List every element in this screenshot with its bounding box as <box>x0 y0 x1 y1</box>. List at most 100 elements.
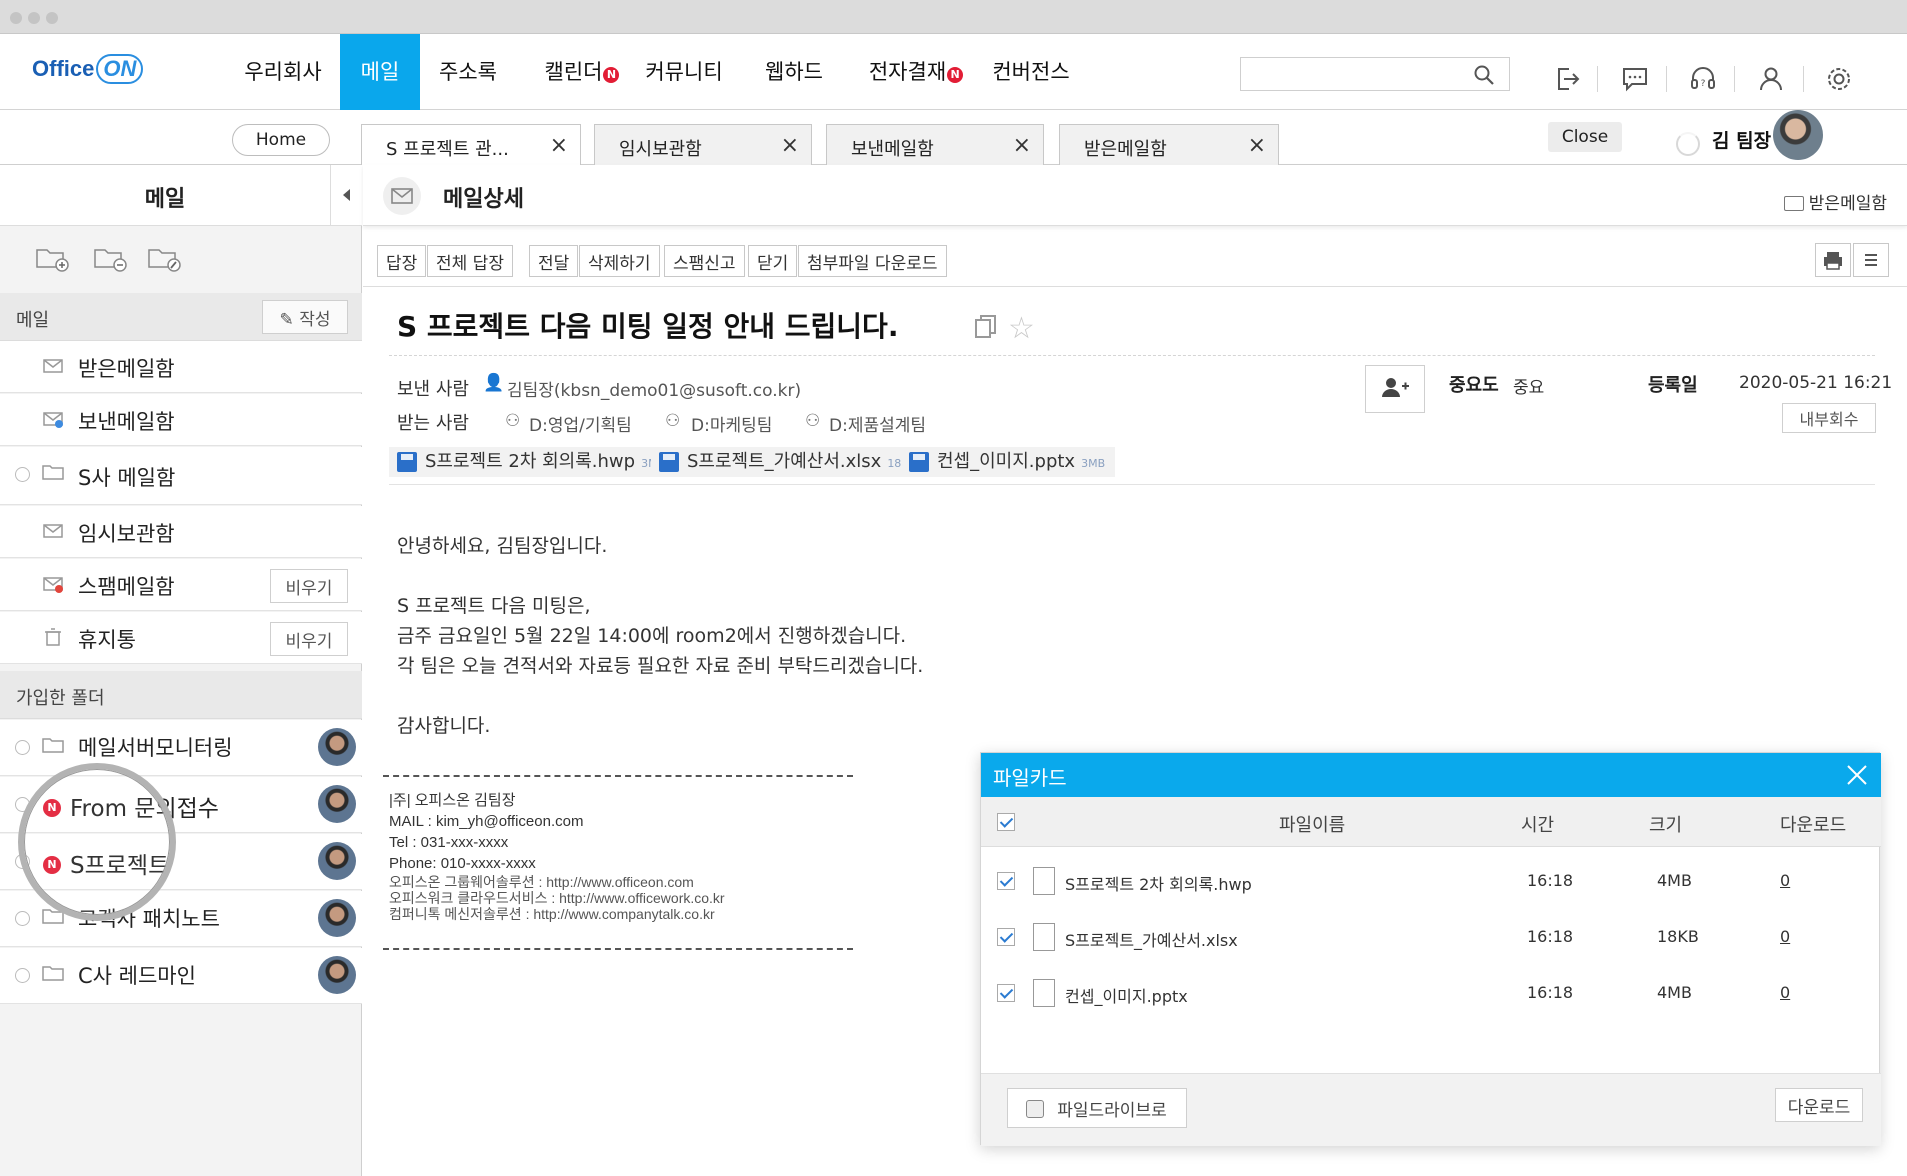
sidebar-item-drafts[interactable]: 임시보관함 <box>0 506 362 558</box>
search-input[interactable] <box>1241 58 1461 90</box>
save-to-drive-button[interactable]: 파일드라이브로 <box>1007 1088 1187 1128</box>
signature-divider <box>383 948 853 950</box>
tab-sent[interactable]: 보낸메일함 × <box>826 124 1044 166</box>
file-card-popup: 파일카드 파일이름 시간 크기 다운로드 S프로젝트 2차 회의록.hwp 16… <box>980 752 1881 1146</box>
print-icon[interactable] <box>1815 243 1851 277</box>
compose-button[interactable]: ✎ 작성 <box>262 300 348 334</box>
officeon-logo[interactable]: Office ON <box>32 54 144 84</box>
add-contact-button[interactable] <box>1365 365 1425 413</box>
support-icon[interactable]: ? <box>1688 64 1718 94</box>
internal-recall-button[interactable]: 내부회수 <box>1782 403 1876 433</box>
download-count[interactable]: 0 <box>1780 983 1790 1002</box>
nav-label: 메일 <box>360 60 400 84</box>
search-icon[interactable] <box>1473 64 1495 86</box>
menu-icon[interactable] <box>1853 243 1889 277</box>
avatar[interactable] <box>1773 110 1823 160</box>
recipient-dept[interactable]: D:제품설계팀 <box>829 411 926 436</box>
current-mailbox[interactable]: 받은메일함 <box>1783 189 1887 214</box>
file-checkbox[interactable] <box>997 872 1015 890</box>
sidebar-collapse-button[interactable] <box>330 165 362 226</box>
recipient-dept[interactable]: D:영업/기획팀 <box>529 411 632 436</box>
empty-spam-button[interactable]: 비우기 <box>270 569 348 603</box>
sender-address[interactable]: 김팀장(kbsn_demo01@susoft.co.kr) <box>507 376 801 401</box>
chat-icon[interactable] <box>1620 64 1650 94</box>
tab-drafts[interactable]: 임시보관함 × <box>594 124 812 166</box>
tab-mail-detail[interactable]: S 프로젝트 관... × <box>361 124 581 167</box>
tab-label: 받은메일함 <box>1084 139 1167 160</box>
close-all-button[interactable]: Close <box>1548 122 1622 152</box>
download-count[interactable]: 0 <box>1780 871 1790 890</box>
forward-button[interactable]: 전달 <box>529 245 579 277</box>
select-all-checkbox[interactable] <box>997 813 1015 831</box>
signature-tel: Tel : 031-xxx-xxxx <box>389 834 509 851</box>
folder-radio[interactable] <box>15 467 30 482</box>
sidebar-item-trash[interactable]: 휴지통 비우기 <box>0 612 362 664</box>
download-attachments-button[interactable]: 첨부파일 다운로드 <box>798 245 947 277</box>
sidebar-item-sent[interactable]: 보낸메일함 <box>0 394 362 446</box>
close-button[interactable]: 닫기 <box>748 245 798 277</box>
nav-company[interactable]: 우리회사N <box>233 34 333 159</box>
attachment-name: S프로젝트 2차 회의록.hwp <box>425 451 636 472</box>
nav-label: 커뮤니티 <box>645 60 723 84</box>
tab-inbox[interactable]: 받은메일함 × <box>1059 124 1279 166</box>
attachment-item[interactable]: S프로젝트_가예산서.xlsx18KB <box>651 447 927 477</box>
download-count[interactable]: 0 <box>1780 927 1790 946</box>
column-header: 크기 <box>1649 815 1683 836</box>
table-row[interactable]: S프로젝트_가예산서.xlsx 16:18 18KB 0 <box>981 911 1881 967</box>
table-row[interactable]: 컨셉_이미지.pptx 16:18 4MB 0 <box>981 967 1881 1023</box>
remove-folder-icon[interactable] <box>92 243 128 273</box>
sidebar-item-inbox[interactable]: 받은메일함 <box>0 341 362 393</box>
user-icon[interactable] <box>1756 64 1786 94</box>
nav-convergence[interactable]: 컨버전스 <box>985 34 1077 110</box>
download-button[interactable]: 다운로드 <box>1775 1088 1863 1122</box>
star-icon[interactable]: ☆ <box>1008 311 1035 346</box>
org-chart-icon: ⚇ <box>805 411 821 431</box>
attachment-item[interactable]: 컨셉_이미지.pptx 3MB <box>901 447 1116 477</box>
nav-calendar[interactable]: 캘린더 N <box>536 34 628 110</box>
copy-icon[interactable] <box>973 313 999 339</box>
separator <box>1803 66 1804 92</box>
recipient-dept[interactable]: D:마케팅팀 <box>691 411 772 436</box>
sidebar-title: 메일 <box>144 187 186 212</box>
nav-webhard[interactable]: 웹하드 <box>758 34 830 110</box>
reply-all-button[interactable]: 전체 답장 <box>427 245 513 277</box>
nav-addressbook[interactable]: 주소록 <box>432 34 504 110</box>
file-checkbox[interactable] <box>997 984 1015 1002</box>
folder-radio[interactable] <box>15 911 30 926</box>
joined-folder-item[interactable]: C사 레드마인 <box>0 948 362 1004</box>
window-close-dot[interactable] <box>10 12 22 24</box>
signature-link[interactable]: 오피스워크 클라우드서비스 : http://www.officework.co… <box>389 890 725 906</box>
logout-icon[interactable] <box>1552 64 1582 94</box>
home-button[interactable]: Home <box>232 124 330 156</box>
edit-folder-icon[interactable] <box>146 243 182 273</box>
trash-icon <box>45 628 61 646</box>
nav-approval[interactable]: 전자결재 N <box>862 34 970 110</box>
reply-button[interactable]: 답장 <box>377 245 427 277</box>
nav-community[interactable]: 커뮤니티 <box>638 34 730 110</box>
signature-company: |주| 오피스온 김팀장 <box>389 792 516 809</box>
signature-link[interactable]: 컴퍼니톡 메신저솔루션 : http://www.companytalk.co.… <box>389 906 725 922</box>
body-line <box>397 681 923 711</box>
settings-icon[interactable] <box>1824 64 1854 94</box>
nav-mail[interactable]: 메일 <box>340 34 420 110</box>
window-maximize-dot[interactable] <box>46 12 58 24</box>
window-minimize-dot[interactable] <box>28 12 40 24</box>
joined-folder-item[interactable]: 메일서버모니터링 <box>0 720 362 776</box>
table-row[interactable]: S프로젝트 2차 회의록.hwp 16:18 4MB 0 <box>981 855 1881 911</box>
close-icon[interactable]: × <box>550 133 568 158</box>
folder-radio[interactable] <box>15 740 30 755</box>
empty-trash-button[interactable]: 비우기 <box>270 622 348 656</box>
report-spam-button[interactable]: 스팸신고 <box>664 245 745 277</box>
sidebar-item-spam[interactable]: 스팸메일함 비우기 <box>0 559 362 611</box>
add-folder-icon[interactable] <box>34 243 70 273</box>
close-icon[interactable] <box>1843 761 1871 789</box>
folder-radio[interactable] <box>15 968 30 983</box>
close-icon[interactable]: × <box>781 133 799 158</box>
attachment-item[interactable]: S프로젝트 2차 회의록.hwp3MB <box>389 447 676 477</box>
sidebar-item-s-company[interactable]: S사 메일함 <box>0 447 362 505</box>
close-icon[interactable]: × <box>1013 133 1031 158</box>
signature-link[interactable]: 오피스온 그룹웨어솔루션 : http://www.officeon.com <box>389 874 725 890</box>
file-checkbox[interactable] <box>997 928 1015 946</box>
close-icon[interactable]: × <box>1248 133 1266 158</box>
delete-button[interactable]: 삭제하기 <box>579 245 660 277</box>
